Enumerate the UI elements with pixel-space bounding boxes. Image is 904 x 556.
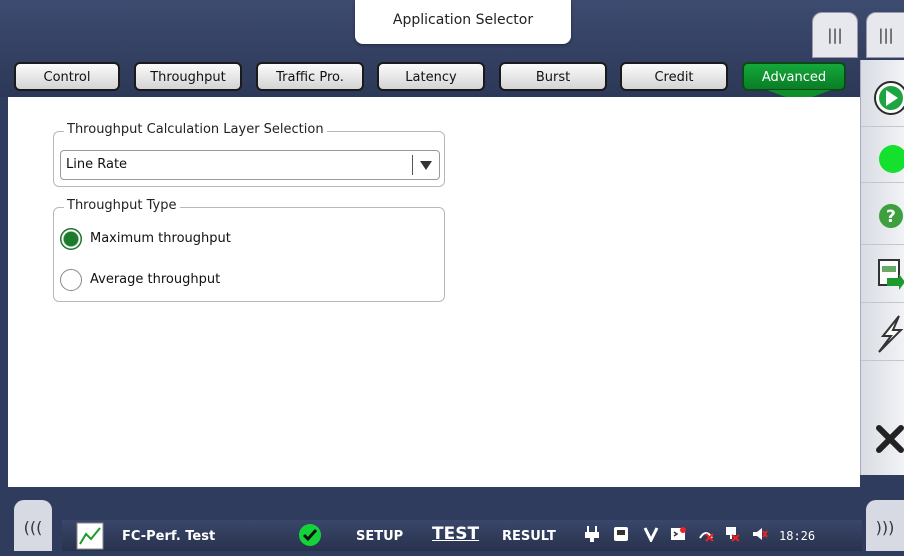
main-panel: Throughput Calculation Layer Selection L… [8,97,860,487]
tab-advanced[interactable]: Advanced [742,62,846,91]
tab-traffic-pro[interactable]: Traffic Pro. [256,62,364,91]
layer-selection-title: Throughput Calculation Layer Selection [64,122,327,137]
layer-selection-group: Throughput Calculation Layer Selection L… [53,122,445,187]
svg-text:?: ? [886,207,896,227]
plug-icon [585,526,599,542]
play-icon [874,81,904,115]
app-name: FC-Perf. Test [122,529,216,544]
close-icon [876,425,904,453]
network-off-icon [726,527,740,542]
tab-burst[interactable]: Burst [499,62,607,91]
chevron-down-icon[interactable] [412,155,439,175]
throughput-type-group: Throughput Type Maximum throughput Avera… [53,198,445,302]
right-tool-rail: ? [860,60,904,475]
clock-time: 18:26 [779,529,816,543]
tab-throughput[interactable]: Throughput [134,62,242,91]
panel-handle-right[interactable]: ||| [866,12,904,58]
storage-icon [614,527,628,541]
radio-unselected-icon[interactable] [60,269,82,291]
check-icon [299,524,321,546]
graph-app-icon[interactable] [76,522,104,550]
layer-selection-dropdown[interactable]: Line Rate [60,150,440,180]
remote-terminal-icon [671,527,686,540]
speaker-muted-icon [753,528,768,540]
report-icon [878,259,904,290]
help-icon: ? [879,204,903,228]
voltage-icon [643,527,659,542]
satellite-off-icon [699,532,714,542]
left-panel-handle[interactable]: ((( [14,500,52,551]
tab-credit[interactable]: Credit [620,62,728,91]
radio-label: Maximum throughput [90,231,231,246]
result-link[interactable]: RESULT [502,529,556,544]
lightning-icon [878,315,904,353]
right-panel-handle[interactable]: ))) [866,500,904,551]
status-bar: FC-Perf. Test SETUP TEST RESULT 18:26 [62,520,862,551]
throughput-type-title: Throughput Type [64,198,180,213]
application-selector-button[interactable]: Application Selector [355,0,571,44]
panel-handle-left[interactable]: ||| [812,12,858,58]
top-bar: Application Selector ||| ||| Control Thr… [0,0,904,102]
radio-label: Average throughput [90,272,221,287]
report-button[interactable] [861,246,904,303]
radio-selected-icon[interactable] [60,228,82,250]
close-button[interactable] [861,412,904,468]
layer-selection-value: Line Rate [66,157,128,172]
tab-latency[interactable]: Latency [377,62,485,91]
run-button[interactable] [861,70,904,127]
status-button[interactable] [861,126,904,183]
tab-control[interactable]: Control [14,62,120,91]
test-link[interactable]: TEST [432,524,479,544]
status-led-icon [879,145,904,173]
measure-button[interactable] [861,304,904,361]
help-button[interactable]: ? [861,188,904,245]
setup-link[interactable]: SETUP [356,529,403,544]
